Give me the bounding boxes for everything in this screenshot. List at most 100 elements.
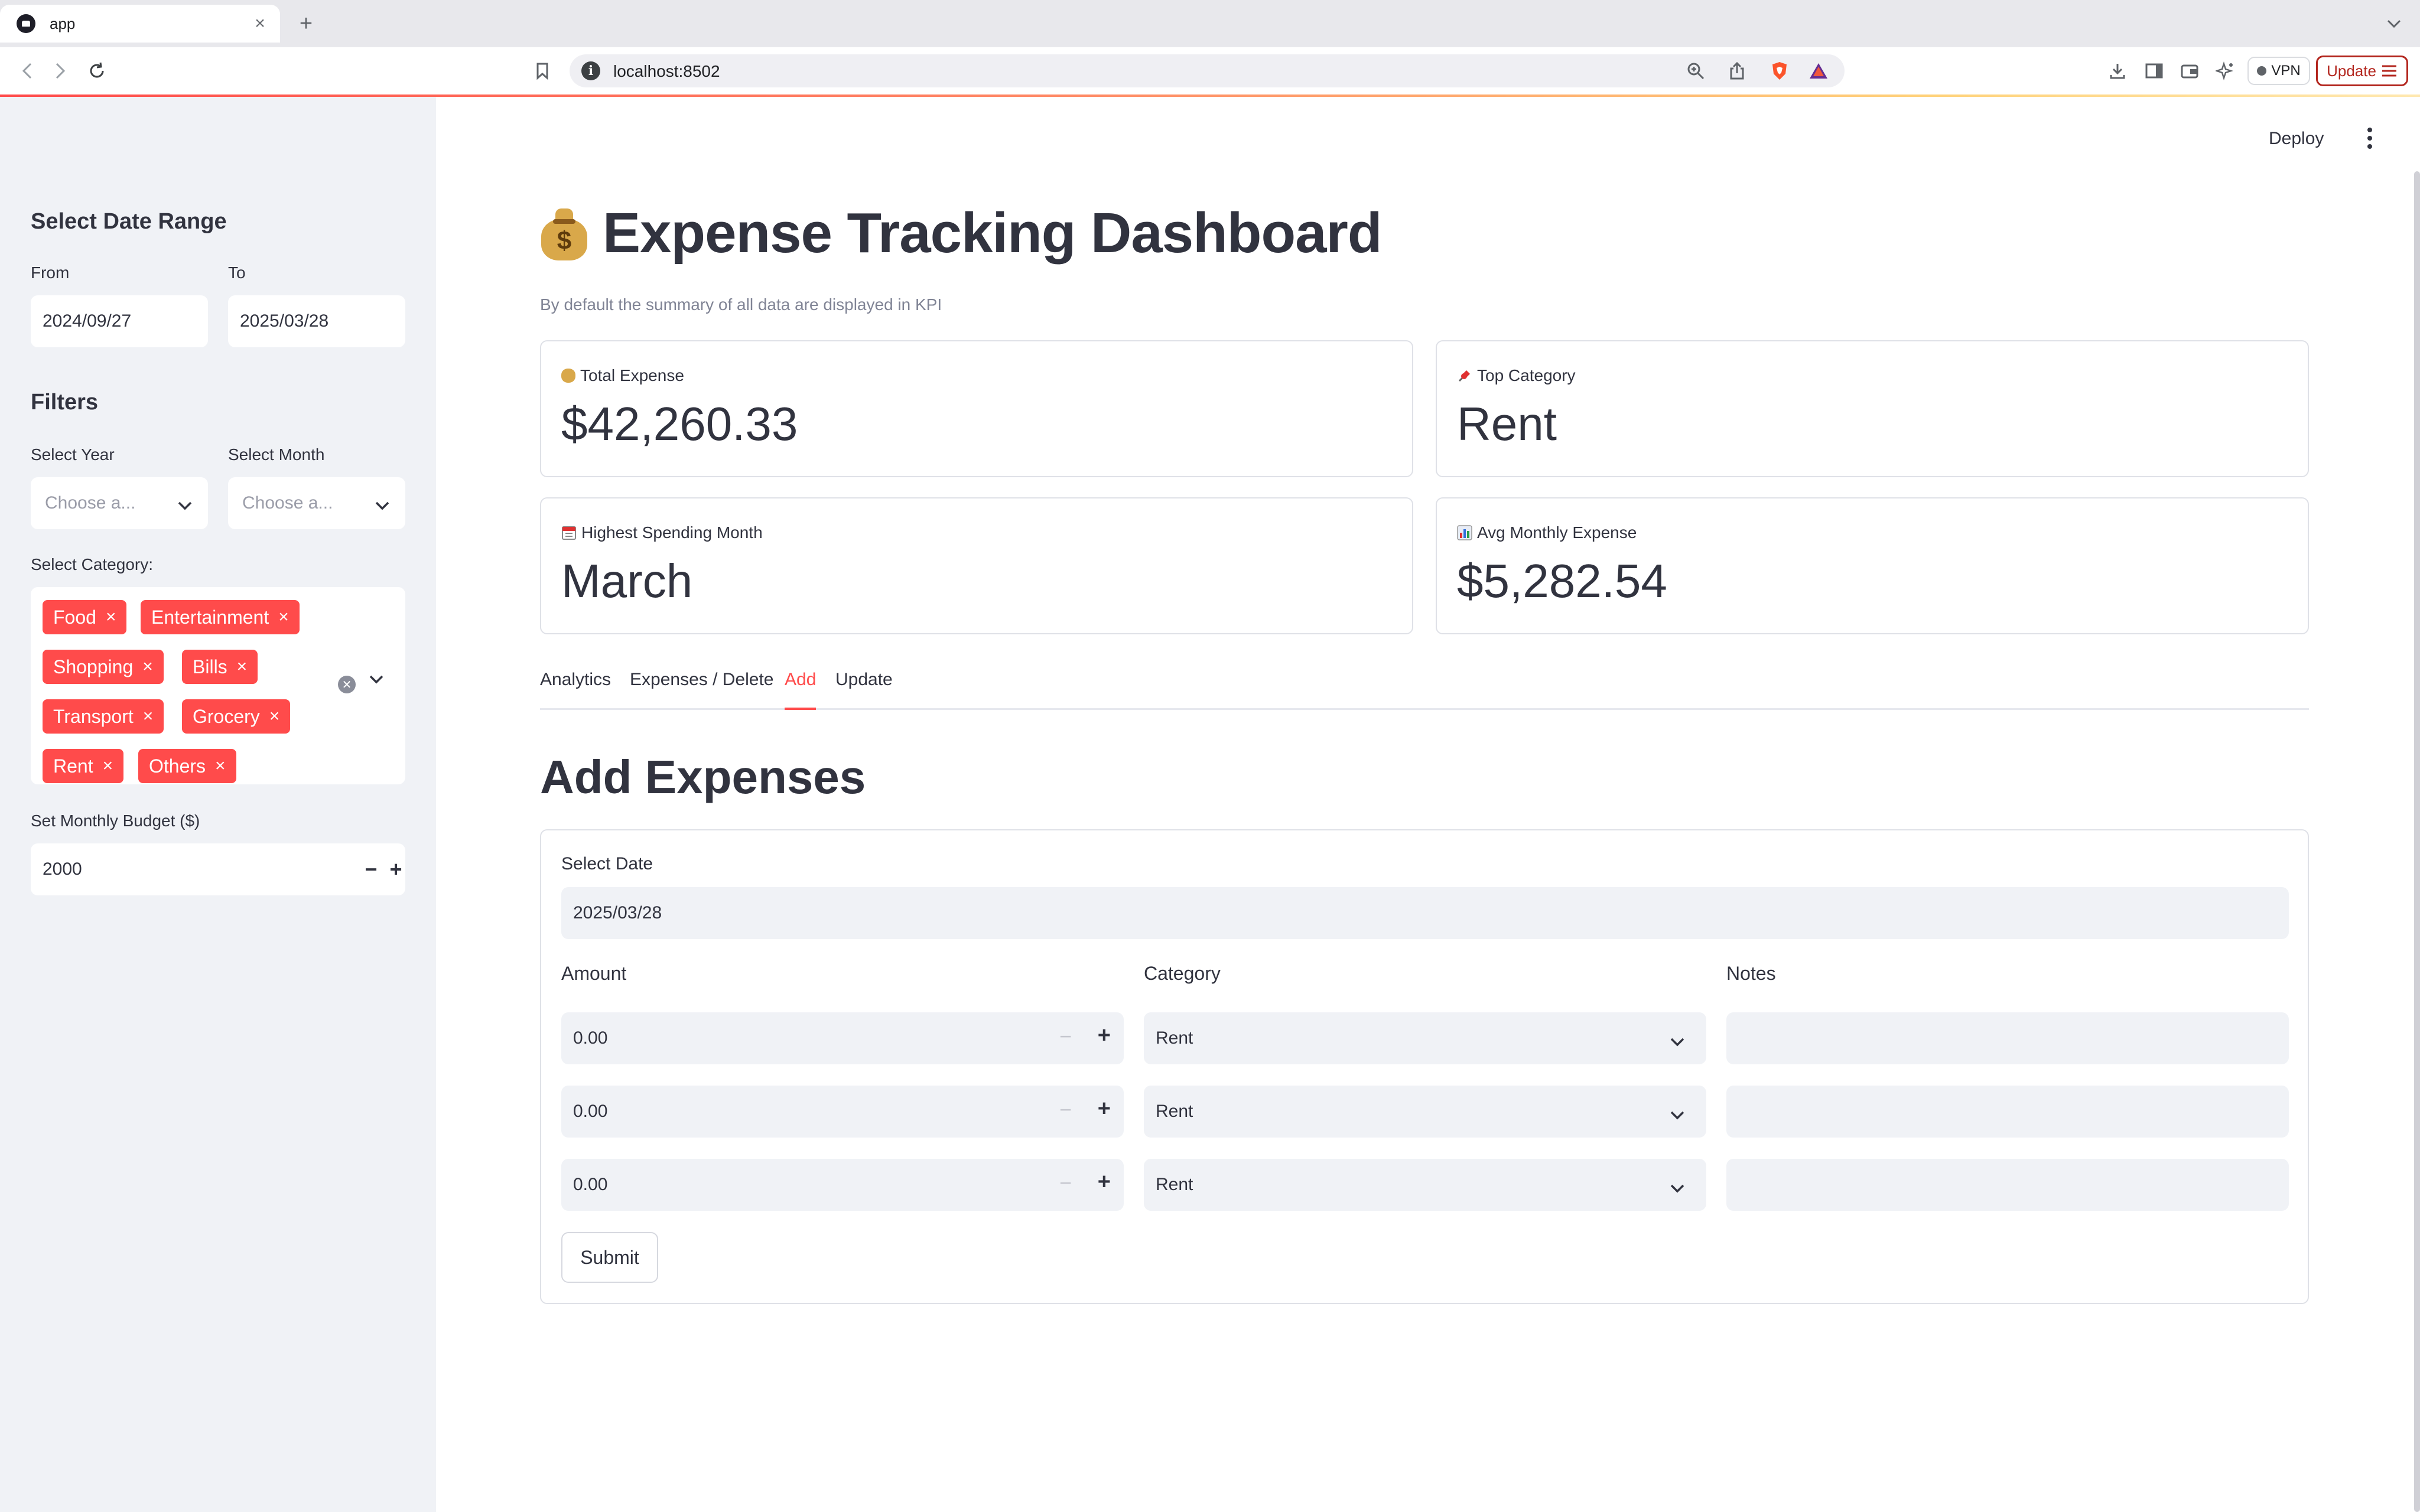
leo-ai-icon[interactable] [2213,59,2237,83]
sidebar: Select Date Range From To 2024/09/27 202… [0,97,436,1512]
remove-icon[interactable]: × [142,657,153,677]
from-date-input[interactable]: 2024/09/27 [31,295,208,347]
clear-all-icon[interactable]: ✕ [338,676,356,693]
increment-button[interactable]: + [379,854,412,885]
remove-icon[interactable]: × [103,756,113,776]
category-select[interactable]: Rent [1144,1012,1706,1064]
category-chip-transport[interactable]: Transport × [43,699,164,734]
sidebar-toggle-icon[interactable] [2142,59,2166,83]
back-arrow-icon[interactable] [14,58,40,84]
amount-input[interactable]: 0.00 − + [561,1012,1124,1064]
category-label: Select Category: [31,555,153,573]
scrollbar[interactable] [2414,171,2420,1512]
forward-arrow-icon[interactable] [47,58,73,84]
bookmark-icon[interactable] [529,58,555,84]
amount-value[interactable]: 0.00 [573,1175,607,1195]
download-icon[interactable] [2106,59,2129,83]
decrement-button[interactable]: − [1059,1097,1072,1122]
browser-tab[interactable]: app × [0,5,280,43]
zoom-icon[interactable] [1685,60,1706,82]
date-range-heading: Select Date Range [31,209,227,234]
notes-input[interactable] [1726,1159,2289,1211]
category-chip-bills[interactable]: Bills × [182,650,258,684]
kpi-label: Highest Spending Month [581,523,763,542]
increment-button[interactable]: + [1098,1096,1111,1122]
notes-input[interactable] [1726,1012,2289,1064]
calendar-icon [562,526,576,540]
kpi-value: $5,282.54 [1457,555,1667,607]
url-text[interactable]: localhost:8502 [613,62,720,81]
amount-input[interactable]: 0.00 − + [561,1159,1124,1211]
tab-analytics[interactable]: Analytics [540,670,611,710]
from-label: From [31,263,70,282]
budget-stepper[interactable]: 2000 − + [31,843,405,895]
reload-icon[interactable] [84,58,110,84]
remove-icon[interactable]: × [278,607,289,627]
category-chip-others[interactable]: Others × [138,749,236,783]
category-value: Rent [1156,1102,1193,1121]
kpi-label: Total Expense [580,366,684,384]
close-tab-icon[interactable]: × [248,12,272,35]
kpi-highest-month: Highest Spending Month March [540,497,1413,634]
amount-input[interactable]: 0.00 − + [561,1086,1124,1138]
increment-button[interactable]: + [1098,1023,1111,1048]
category-chip-entertainment[interactable]: Entertainment × [141,600,300,634]
main-menu-icon[interactable] [2361,125,2379,151]
chevron-down-icon[interactable] [2381,11,2407,37]
amount-value[interactable]: 0.00 [573,1028,607,1048]
increment-button[interactable]: + [1098,1169,1111,1195]
main-tabs: Analytics Expenses / Delete Add Update [540,670,2309,710]
tab-update[interactable]: Update [835,670,893,710]
category-select[interactable]: Rent [1144,1159,1706,1211]
decrement-button[interactable]: − [1059,1171,1072,1195]
submit-button[interactable]: Submit [561,1232,658,1283]
budget-value[interactable]: 2000 [43,859,82,879]
chip-label: Transport [53,705,134,727]
new-tab-button[interactable]: + [293,11,319,37]
brave-shield-icon[interactable] [1769,60,1790,82]
brave-rewards-icon[interactable] [1808,60,1829,82]
category-chip-rent[interactable]: Rent × [43,749,124,783]
category-multiselect[interactable]: Food × Entertainment × Shopping × Bills × Tr… [31,587,405,784]
chevron-down-icon[interactable] [369,674,384,687]
to-date-input[interactable]: 2025/03/28 [228,295,405,347]
category-label: Category [1144,963,1221,984]
add-expense-form: Select Date 2025/03/28 Amount Category N… [540,829,2309,1304]
decrement-button[interactable]: − [1059,1024,1072,1049]
month-select-placeholder: Choose a... [242,493,333,513]
remove-icon[interactable]: × [237,657,248,677]
kpi-value: Rent [1457,397,1557,450]
tab-add[interactable]: Add [785,670,817,710]
amount-label: Amount [561,963,627,984]
category-chip-grocery[interactable]: Grocery × [182,699,291,734]
browser-update-button[interactable]: Update [2316,56,2408,86]
notes-input[interactable] [1726,1086,2289,1138]
site-info-icon[interactable]: i [581,61,600,80]
address-bar[interactable]: i localhost:8502 [570,54,1845,87]
filters-heading: Filters [31,390,99,415]
kpi-value: $42,260.33 [561,397,798,450]
tab-expenses-delete[interactable]: Expenses / Delete [630,670,773,710]
category-value: Rent [1156,1028,1193,1048]
date-input[interactable]: 2025/03/28 [561,887,2289,939]
month-select[interactable]: Choose a... [228,477,405,529]
amount-value[interactable]: 0.00 [573,1102,607,1122]
wallet-icon[interactable] [2178,59,2201,83]
month-label: Select Month [228,445,325,464]
category-select[interactable]: Rent [1144,1086,1706,1138]
deploy-button[interactable]: Deploy [2269,129,2324,149]
chevron-down-icon [375,495,390,515]
category-chip-shopping[interactable]: Shopping × [43,650,164,684]
pushpin-icon [1458,370,1470,382]
share-icon[interactable] [1726,60,1748,82]
remove-icon[interactable]: × [143,706,154,726]
year-select[interactable]: Choose a... [31,477,208,529]
category-chip-food[interactable]: Food × [43,600,127,634]
kpi-caption: By default the summary of all data are d… [540,295,942,314]
vpn-button[interactable]: VPN [2247,57,2310,85]
date-label: Select Date [561,854,653,874]
date-value[interactable]: 2025/03/28 [573,903,662,923]
remove-icon[interactable]: × [269,706,280,726]
remove-icon[interactable]: × [215,756,226,776]
remove-icon[interactable]: × [106,607,116,627]
